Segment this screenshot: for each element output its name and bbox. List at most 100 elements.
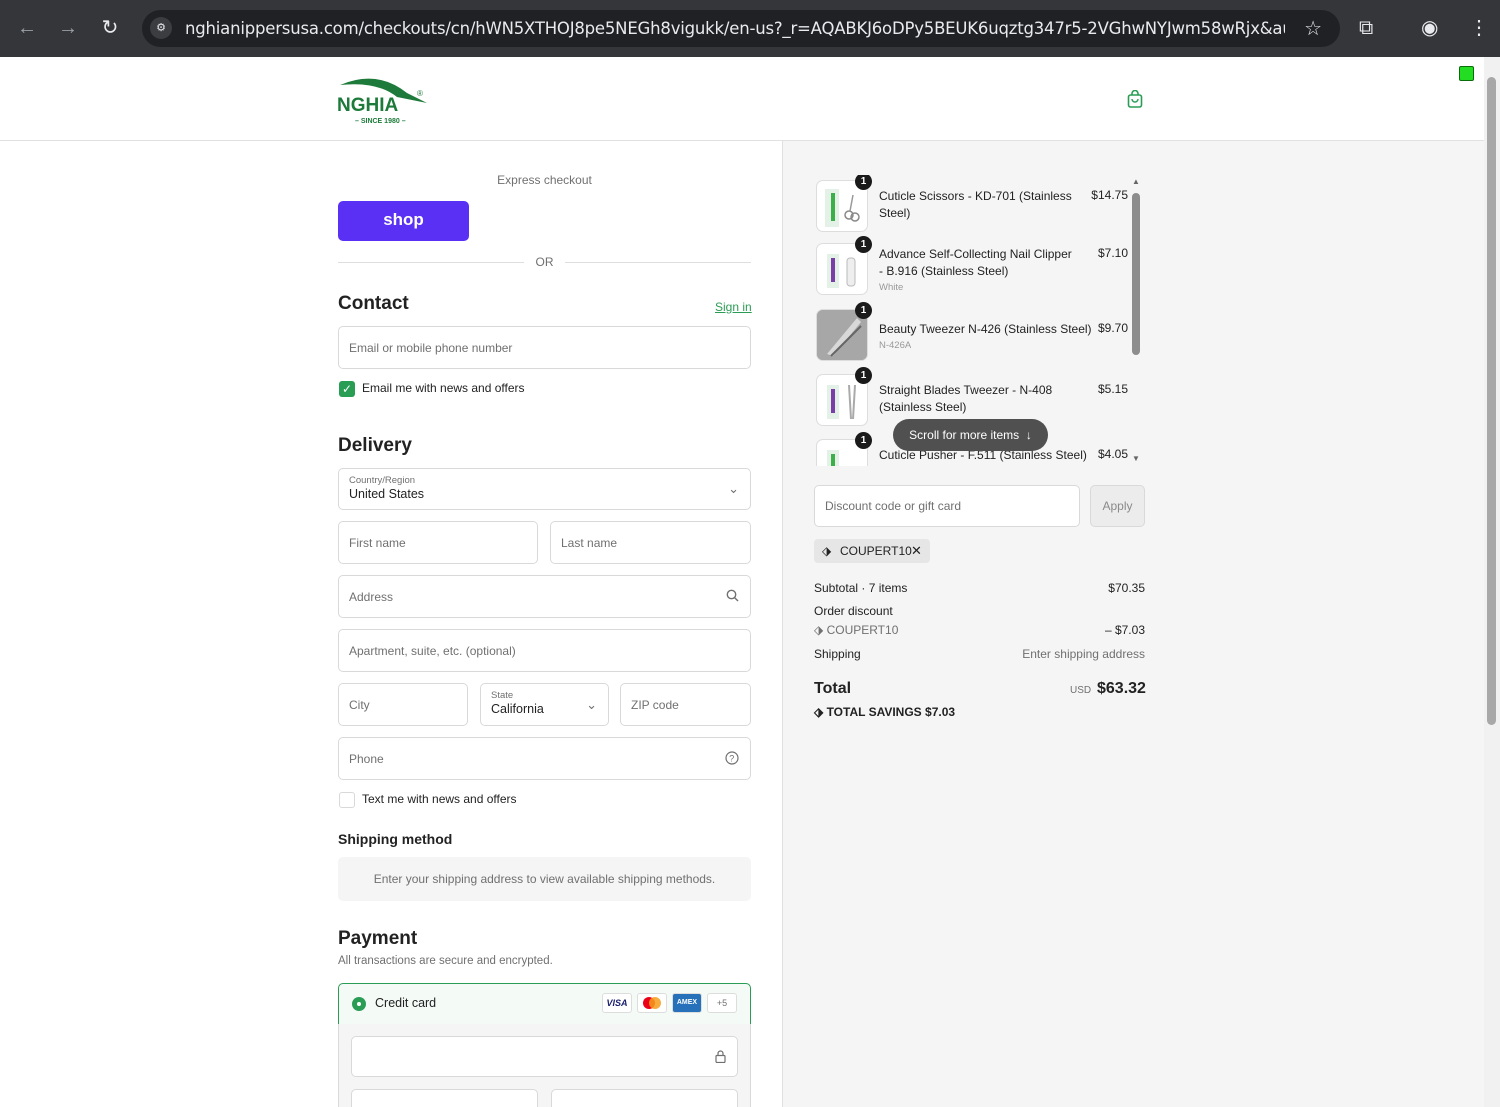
order-discount-label: Order discount	[814, 604, 893, 618]
shop-pay-button[interactable]: shop	[338, 201, 469, 241]
subtotal-label: Subtotal · 7 items	[814, 581, 908, 595]
total-savings: ⬗ TOTAL SAVINGS $7.03	[814, 705, 955, 719]
tag-icon: ⬗	[814, 705, 827, 719]
discount-placeholder: Discount code or gift card	[825, 499, 962, 513]
item-name: Advance Self-Collecting Nail Clipper - B…	[879, 247, 1072, 278]
state-value: California	[491, 702, 544, 716]
page-scrollbar[interactable]	[1484, 57, 1500, 1107]
last-name-field[interactable]: Last name	[550, 521, 751, 564]
shipping-label: Shipping	[814, 647, 861, 661]
scroll-up-icon[interactable]: ▲	[1132, 177, 1140, 186]
forward-icon[interactable]: →	[56, 16, 80, 40]
amex-icon: AMEX	[672, 993, 702, 1013]
bookmark-star-icon[interactable]: ☆	[1304, 16, 1322, 41]
card-number-field[interactable]	[351, 1036, 738, 1077]
list-item: 1 Cuticle Scissors - KD-701 (Stainless S…	[813, 175, 1146, 235]
page-scrollbar-thumb[interactable]	[1487, 77, 1496, 725]
site-settings-icon[interactable]: ⚙	[150, 17, 172, 39]
arrow-down-icon: ↓	[1022, 428, 1032, 442]
scrollbar-thumb[interactable]	[1132, 193, 1140, 355]
text-news-checkbox[interactable]	[339, 792, 355, 808]
shipping-method-note: Enter your shipping address to view avai…	[338, 857, 751, 901]
item-name: Cuticle Scissors - KD-701 (Stainless Ste…	[879, 189, 1072, 220]
total-label: Total	[814, 680, 852, 697]
expiry-field[interactable]	[351, 1089, 538, 1107]
applied-discount-tag: ⬗ COUPERT10 ✕	[814, 539, 930, 563]
credit-card-form	[338, 1024, 751, 1107]
store-logo[interactable]: NGHIA ® – SINCE 1980 –	[337, 73, 447, 125]
list-item: 1 Beauty Tweezer N-426 (Stainless Steel)…	[813, 302, 1146, 364]
lock-icon	[715, 1050, 726, 1066]
email-field[interactable]: Email or mobile phone number	[338, 326, 751, 369]
browser-toolbar: ← → ↻ ⚙ nghianippersusa.com/checkouts/cn…	[0, 0, 1500, 57]
apply-button[interactable]: Apply	[1090, 485, 1145, 527]
items-scrollbar[interactable]: ▲ ▼	[1131, 177, 1143, 465]
security-code-field[interactable]	[551, 1089, 738, 1107]
item-price: $7.10	[1097, 246, 1128, 260]
phone-field[interactable]: Phone ?	[338, 737, 751, 780]
store-header: NGHIA ® – SINCE 1980 –	[0, 57, 1484, 141]
back-icon[interactable]: ←	[15, 16, 39, 40]
item-price: $9.70	[1097, 321, 1128, 335]
credit-card-option[interactable]: Credit card VISA AMEX +5	[338, 983, 751, 1025]
text-news-label: Text me with news and offers	[362, 792, 517, 806]
country-label: Country/Region	[349, 475, 416, 486]
scroll-more-button[interactable]: Scroll for more items ↓	[893, 419, 1048, 451]
status-indicator	[1459, 66, 1474, 81]
email-news-checkbox[interactable]: ✓	[339, 381, 355, 397]
item-name: Straight Blades Tweezer - N-408 (Stainle…	[879, 383, 1053, 414]
scroll-down-icon[interactable]: ▼	[1132, 454, 1140, 463]
discount-code: COUPERT10	[826, 623, 899, 637]
total-savings-text: TOTAL SAVINGS $7.03	[826, 705, 956, 719]
chevron-down-icon: ⌄	[586, 697, 597, 712]
country-select[interactable]: Country/Region United States ⌄	[338, 468, 751, 510]
address-field[interactable]: Address	[338, 575, 751, 618]
sign-in-link[interactable]: Sign in	[715, 300, 752, 314]
shipping-value: Enter shipping address	[1022, 647, 1145, 661]
discount-code-field[interactable]: Discount code or gift card	[814, 485, 1080, 527]
visa-icon: VISA	[602, 993, 632, 1013]
shipping-method-title: Shipping method	[338, 831, 453, 847]
help-icon[interactable]: ?	[725, 751, 739, 768]
first-name-field[interactable]: First name	[338, 521, 538, 564]
shopping-bag-icon[interactable]	[1127, 89, 1143, 108]
scroll-more-label: Scroll for more items	[909, 428, 1020, 442]
chevron-down-icon: ⌄	[728, 481, 739, 496]
total-value: $63.32	[1097, 680, 1146, 697]
city-field[interactable]: City	[338, 683, 468, 726]
profile-icon[interactable]: ◉	[1421, 16, 1438, 40]
quantity-badge: 1	[855, 367, 872, 384]
tag-icon: ⬗	[814, 623, 827, 637]
city-placeholder: City	[349, 698, 370, 712]
item-name: Beauty Tweezer N-426 (Stainless Steel)	[879, 322, 1092, 336]
email-placeholder: Email or mobile phone number	[349, 341, 513, 355]
item-variant: N-426A	[879, 340, 912, 351]
svg-text:?: ?	[729, 754, 734, 764]
subtotal-value: $70.35	[1108, 581, 1145, 595]
currency-code: USD	[1070, 685, 1092, 696]
first-name-placeholder: First name	[349, 536, 406, 550]
quantity-badge: 1	[855, 175, 872, 190]
country-value: United States	[349, 487, 425, 501]
menu-icon[interactable]: ⋮	[1469, 16, 1489, 40]
logo-sub: – SINCE 1980 –	[355, 118, 406, 125]
extensions-icon[interactable]: ⧉	[1359, 16, 1373, 40]
address-bar[interactable]: ⚙ nghianippersusa.com/checkouts/cn/hWN5X…	[142, 10, 1340, 47]
payment-title: Payment	[338, 928, 418, 949]
delivery-title: Delivery	[338, 435, 412, 456]
zip-field[interactable]: ZIP code	[620, 683, 751, 726]
mastercard-icon	[637, 993, 667, 1013]
url-text[interactable]: nghianippersusa.com/checkouts/cn/hWN5XTH…	[185, 19, 1285, 38]
phone-placeholder: Phone	[349, 752, 384, 766]
logo-text: NGHIA	[337, 95, 399, 116]
reload-icon[interactable]: ↻	[98, 16, 122, 40]
email-news-label: Email me with news and offers	[362, 381, 525, 395]
last-name-placeholder: Last name	[561, 536, 618, 550]
apartment-field[interactable]: Apartment, suite, etc. (optional)	[338, 629, 751, 672]
remove-discount-icon[interactable]: ✕	[911, 539, 922, 563]
credit-card-label: Credit card	[375, 996, 437, 1010]
zip-placeholder: ZIP code	[631, 698, 679, 712]
state-select[interactable]: State California ⌄	[480, 683, 609, 726]
credit-card-radio[interactable]	[352, 997, 366, 1011]
discount-value: – $7.03	[1104, 623, 1145, 637]
